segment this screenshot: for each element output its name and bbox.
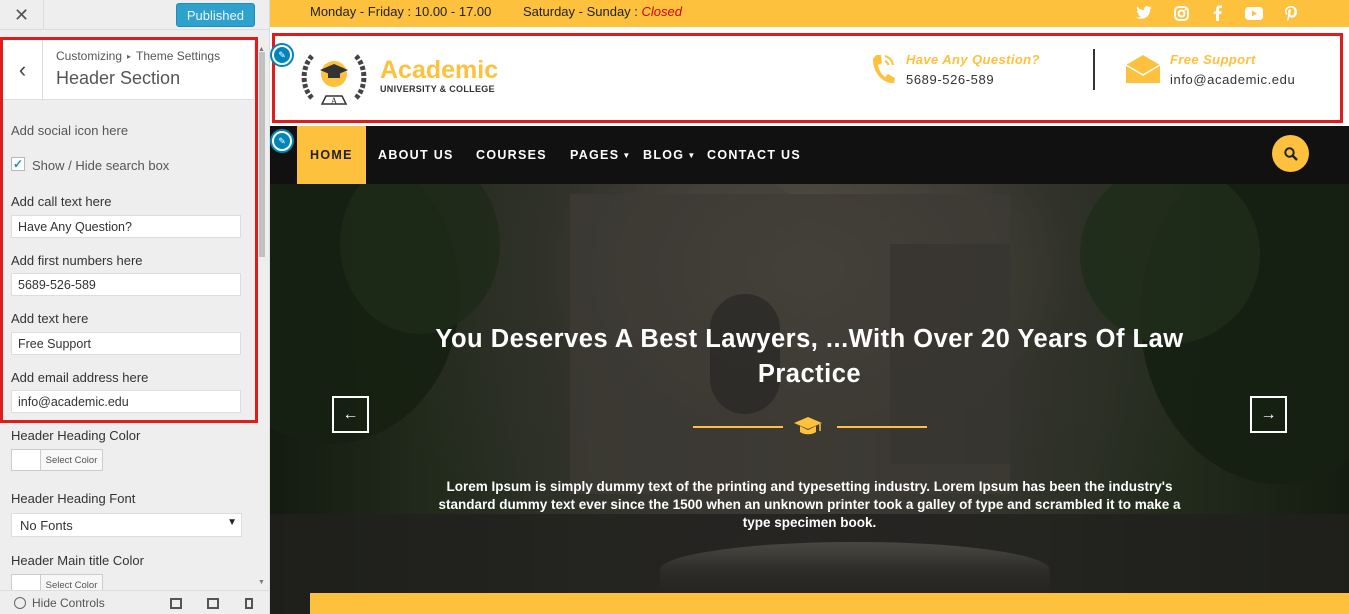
edit-nav-pencil-icon[interactable]: ✎ <box>270 129 294 153</box>
heading-font-value: No Fonts <box>20 518 73 533</box>
nav-blog-label: BLOG <box>643 148 685 162</box>
nav-about-us[interactable]: ABOUT US <box>378 126 454 184</box>
first-numbers-label: Add first numbers here <box>11 253 143 268</box>
nav-pages[interactable]: PAGES ▼ <box>570 126 632 184</box>
customizer-header: ✕ Published <box>0 0 269 30</box>
section-title: Header Section <box>56 68 181 88</box>
dropdown-arrow-icon: ▼ <box>227 517 237 528</box>
academic-logo[interactable]: A <box>298 42 370 114</box>
facebook-icon[interactable] <box>1207 4 1227 22</box>
main-title-color-label: Header Main title Color <box>11 553 144 568</box>
sidebar-scrollbar[interactable]: ▲ ▼ <box>258 46 266 586</box>
pencil-icon: ✎ <box>274 133 290 149</box>
first-numbers-input[interactable] <box>11 273 241 296</box>
svg-text:A: A <box>331 96 338 106</box>
scroll-down-icon[interactable]: ▼ <box>258 579 265 586</box>
breadcrumb-child: Theme Settings <box>136 49 221 63</box>
contact-divider <box>1093 49 1095 90</box>
mobile-preview-icon[interactable] <box>245 598 253 609</box>
nav-contact-us[interactable]: CONTACT US <box>707 126 801 184</box>
social-icon-label[interactable]: Add social icon here <box>11 123 128 138</box>
brand-subtitle: UNIVERSITY & COLLEGE <box>380 84 495 94</box>
tablet-preview-icon[interactable] <box>207 598 219 609</box>
envelope-icon <box>1125 55 1161 88</box>
call-text-input[interactable] <box>11 215 241 238</box>
desktop-preview-icon[interactable] <box>170 598 182 609</box>
support-email[interactable]: info@academic.edu <box>1170 72 1295 87</box>
weekend-hours-prefix: Saturday - Sunday : <box>523 4 642 19</box>
breadcrumb-root: Customizing <box>56 49 123 63</box>
heading-color-picker[interactable]: Select Color <box>11 449 103 471</box>
customizer-sidebar: ✕ Published ‹ Customizing ▸ Theme Settings… <box>0 0 270 614</box>
hero-slider: You Deserves A Best Lawyers, ...With Ove… <box>270 184 1349 614</box>
search-button[interactable] <box>1272 135 1309 172</box>
hide-controls-icon <box>14 597 26 609</box>
customizer-footer: Hide Controls <box>0 590 269 614</box>
color-swatch <box>12 450 41 470</box>
publish-button[interactable]: Published <box>175 3 255 27</box>
twitter-icon[interactable] <box>1134 4 1154 22</box>
weekday-hours: Monday - Friday : 10.00 - 17.00 <box>310 4 492 19</box>
breadcrumb-arrow-icon: ▸ <box>127 52 132 61</box>
text-input[interactable] <box>11 332 241 355</box>
pencil-icon: ✎ <box>274 47 290 63</box>
prev-slide-arrow-icon[interactable]: ← <box>332 396 369 433</box>
section-header: ‹ Customizing ▸ Theme Settings Header Sect… <box>3 40 254 100</box>
instagram-icon[interactable] <box>1171 4 1191 22</box>
chevron-down-icon: ▼ <box>622 150 632 160</box>
call-text-label: Add call text here <box>11 194 112 209</box>
main-navigation: HOME ABOUT US COURSES PAGES ▼ BLOG ▼ CONTA… <box>270 126 1349 184</box>
heading-font-label: Header Heading Font <box>11 491 136 506</box>
email-label: Add email address here <box>11 370 149 385</box>
hero-divider-right <box>837 426 927 428</box>
hero-divider-left <box>693 426 783 428</box>
heading-font-select[interactable]: No Fonts ▼ <box>11 513 242 537</box>
text-label: Add text here <box>11 311 89 326</box>
email-input[interactable] <box>11 390 241 413</box>
hero-description: Lorem Ipsum is simply dummy text of the … <box>438 479 1181 530</box>
phone-icon <box>870 52 896 91</box>
support-text: Free Support <box>1170 52 1256 67</box>
pinterest-icon[interactable] <box>1281 4 1301 22</box>
search-toggle-label[interactable]: Show / Hide search box <box>32 158 169 173</box>
scrollbar-thumb[interactable] <box>259 52 265 257</box>
call-text: Have Any Question? <box>906 52 1040 67</box>
hide-controls-label: Hide Controls <box>32 596 105 610</box>
next-slide-arrow-icon[interactable]: → <box>1250 396 1287 433</box>
nav-pages-label: PAGES <box>570 148 620 162</box>
heading-color-label: Header Heading Color <box>11 428 141 443</box>
weekend-status: Closed <box>641 4 682 19</box>
hide-controls-button[interactable]: Hide Controls <box>14 596 105 610</box>
nav-courses[interactable]: COURSES <box>476 126 547 184</box>
search-icon <box>1283 146 1298 161</box>
select-color-label: Select Color <box>45 454 98 466</box>
call-number[interactable]: 5689-526-589 <box>906 72 994 87</box>
youtube-icon[interactable] <box>1244 4 1264 22</box>
breadcrumb: Customizing ▸ Theme Settings <box>56 49 220 63</box>
back-chevron-icon[interactable]: ‹ <box>3 40 43 100</box>
graduation-cap-icon <box>793 417 823 442</box>
info-bar <box>310 593 1349 614</box>
nav-home[interactable]: HOME <box>297 126 366 184</box>
search-toggle-checkbox[interactable]: ✓ <box>11 157 25 171</box>
weekend-hours: Saturday - Sunday : Closed <box>523 4 682 19</box>
top-bar: Monday - Friday : 10.00 - 17.00 Saturday… <box>270 0 1349 27</box>
site-preview: Monday - Friday : 10.00 - 17.00 Saturday… <box>270 0 1349 614</box>
chevron-down-icon: ▼ <box>687 150 697 160</box>
edit-header-pencil-icon[interactable]: ✎ <box>270 43 294 67</box>
check-icon: ✓ <box>12 157 24 171</box>
nav-blog[interactable]: BLOG ▼ <box>643 126 697 184</box>
brand-name[interactable]: Academic <box>380 56 498 85</box>
hero-title: You Deserves A Best Lawyers, ...With Ove… <box>435 325 1184 388</box>
close-icon[interactable]: ✕ <box>0 0 44 30</box>
